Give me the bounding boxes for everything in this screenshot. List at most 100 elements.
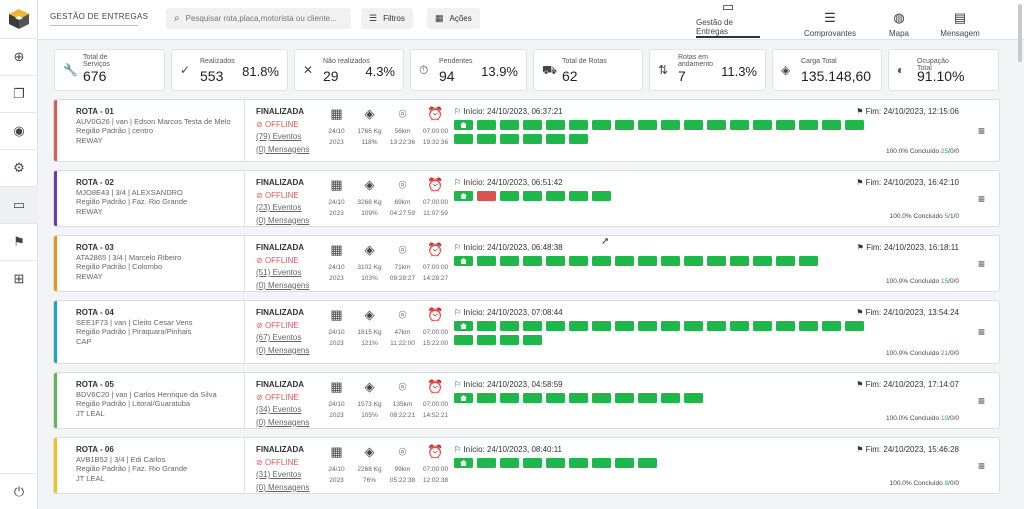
tab-globe[interactable]: ◍ Mapa (883, 4, 915, 38)
hamburger-menu-icon[interactable]: ≡ (978, 192, 985, 206)
sidebar-item-laptop[interactable]: ▭ (0, 186, 38, 223)
events-link[interactable]: (51) Eventos (256, 267, 309, 280)
completed-stop-chip[interactable] (546, 134, 565, 144)
messages-link[interactable]: (0) Mensagens (256, 482, 309, 494)
completed-stop-chip[interactable] (638, 321, 657, 331)
completed-stop-chip[interactable] (569, 321, 588, 331)
completed-stop-chip[interactable] (546, 321, 565, 331)
completed-stop-chip[interactable] (477, 321, 496, 331)
completed-stop-chip[interactable] (661, 120, 680, 130)
completed-stop-chip[interactable] (776, 321, 795, 331)
hamburger-menu-icon[interactable]: ≡ (978, 257, 985, 271)
completed-stop-chip[interactable] (546, 120, 565, 130)
completed-stop-chip[interactable] (753, 256, 772, 266)
completed-stop-chip[interactable] (500, 393, 519, 403)
completed-stop-chip[interactable] (638, 458, 657, 468)
completed-stop-chip[interactable] (477, 134, 496, 144)
completed-stop-chip[interactable] (730, 321, 749, 331)
completed-stop-chip[interactable] (523, 458, 542, 468)
completed-stop-chip[interactable] (592, 191, 611, 201)
completed-stop-chip[interactable] (523, 321, 542, 331)
completed-stop-chip[interactable] (477, 335, 496, 345)
tab-laptop[interactable]: ▭ Gestão de Entregas (696, 0, 760, 38)
completed-stop-chip[interactable] (477, 120, 496, 130)
completed-stop-chip[interactable] (477, 393, 496, 403)
completed-stop-chip[interactable] (454, 335, 473, 345)
completed-stop-chip[interactable] (523, 134, 542, 144)
completed-stop-chip[interactable] (753, 120, 772, 130)
completed-stop-chip[interactable] (615, 393, 634, 403)
filters-button[interactable]: ☰ Filtros (361, 8, 413, 29)
route-card[interactable]: ROTA - 06 AVB1B52 | 3/4 | Edi Carlos Regiã… (53, 437, 1000, 494)
completed-stop-chip[interactable] (661, 393, 680, 403)
sidebar-item-gear[interactable]: ⚙ (0, 149, 38, 186)
completed-stop-chip[interactable] (592, 120, 611, 130)
completed-stop-chip[interactable] (799, 321, 818, 331)
events-link[interactable]: (31) Eventos (256, 469, 309, 482)
completed-stop-chip[interactable] (845, 321, 864, 331)
completed-stop-chip[interactable] (615, 458, 634, 468)
completed-stop-chip[interactable] (730, 120, 749, 130)
completed-stop-chip[interactable] (684, 256, 703, 266)
completed-stop-chip[interactable] (615, 321, 634, 331)
completed-stop-chip[interactable] (592, 458, 611, 468)
messages-link[interactable]: (0) Mensagens (256, 345, 309, 358)
completed-stop-chip[interactable] (592, 393, 611, 403)
completed-stop-chip[interactable] (730, 256, 749, 266)
events-link[interactable]: (34) Eventos (256, 404, 309, 417)
completed-stop-chip[interactable] (500, 134, 519, 144)
hamburger-menu-icon[interactable]: ≡ (978, 325, 985, 339)
completed-stop-chip[interactable] (477, 458, 496, 468)
completed-stop-chip[interactable] (822, 120, 841, 130)
completed-stop-chip[interactable] (753, 321, 772, 331)
route-card[interactable]: ROTA - 04 SEE1F73 | van | Cleito Cesar Ve… (53, 300, 1000, 364)
route-card[interactable]: ROTA - 02 MJO8E43 | 3/4 | ALEXSANDRO Regiã… (53, 170, 1000, 227)
route-card[interactable]: ROTA - 05 BDV6C20 | van | Carlos Henrique… (53, 372, 1000, 429)
messages-link[interactable]: (0) Mensagens (256, 417, 309, 429)
completed-stop-chip[interactable] (799, 120, 818, 130)
completed-stop-chip[interactable] (454, 134, 473, 144)
sidebar-item-route[interactable]: ⚑ (0, 223, 38, 260)
depot-stop-chip[interactable] (454, 458, 473, 468)
completed-stop-chip[interactable] (684, 120, 703, 130)
completed-stop-chip[interactable] (615, 256, 634, 266)
depot-stop-chip[interactable] (454, 321, 473, 331)
completed-stop-chip[interactable] (546, 458, 565, 468)
completed-stop-chip[interactable] (776, 120, 795, 130)
completed-stop-chip[interactable] (523, 335, 542, 345)
route-card[interactable]: ROTA - 01 AUV0G26 | van | Edson Marcos Te… (53, 99, 1000, 162)
depot-stop-chip[interactable] (454, 256, 473, 266)
completed-stop-chip[interactable] (638, 120, 657, 130)
completed-stop-chip[interactable] (477, 256, 496, 266)
completed-stop-chip[interactable] (684, 393, 703, 403)
tab-message[interactable]: ▤ Mensagem (937, 4, 983, 38)
scrollbar-thumb[interactable] (1018, 4, 1022, 62)
completed-stop-chip[interactable] (500, 120, 519, 130)
completed-stop-chip[interactable] (569, 458, 588, 468)
search-input[interactable] (185, 14, 336, 23)
sidebar-item-plus-circle[interactable]: ⊕ (0, 38, 38, 75)
completed-stop-chip[interactable] (569, 191, 588, 201)
completed-stop-chip[interactable] (569, 393, 588, 403)
events-link[interactable]: (79) Eventos (256, 131, 309, 144)
completed-stop-chip[interactable] (661, 256, 680, 266)
completed-stop-chip[interactable] (546, 393, 565, 403)
completed-stop-chip[interactable] (546, 191, 565, 201)
completed-stop-chip[interactable] (707, 120, 726, 130)
sidebar-item-user-circle[interactable]: ◉ (0, 112, 38, 149)
completed-stop-chip[interactable] (523, 393, 542, 403)
completed-stop-chip[interactable] (638, 256, 657, 266)
messages-link[interactable]: (0) Mensagens (256, 215, 309, 227)
completed-stop-chip[interactable] (845, 120, 864, 130)
completed-stop-chip[interactable] (615, 120, 634, 130)
app-logo[interactable] (0, 0, 38, 38)
events-link[interactable]: (67) Eventos (256, 332, 309, 345)
completed-stop-chip[interactable] (799, 256, 818, 266)
completed-stop-chip[interactable] (638, 393, 657, 403)
sidebar-item-copy[interactable]: ❐ (0, 75, 38, 112)
hamburger-menu-icon[interactable]: ≡ (978, 394, 985, 408)
completed-stop-chip[interactable] (500, 256, 519, 266)
depot-stop-chip[interactable] (454, 120, 473, 130)
completed-stop-chip[interactable] (684, 321, 703, 331)
completed-stop-chip[interactable] (500, 321, 519, 331)
